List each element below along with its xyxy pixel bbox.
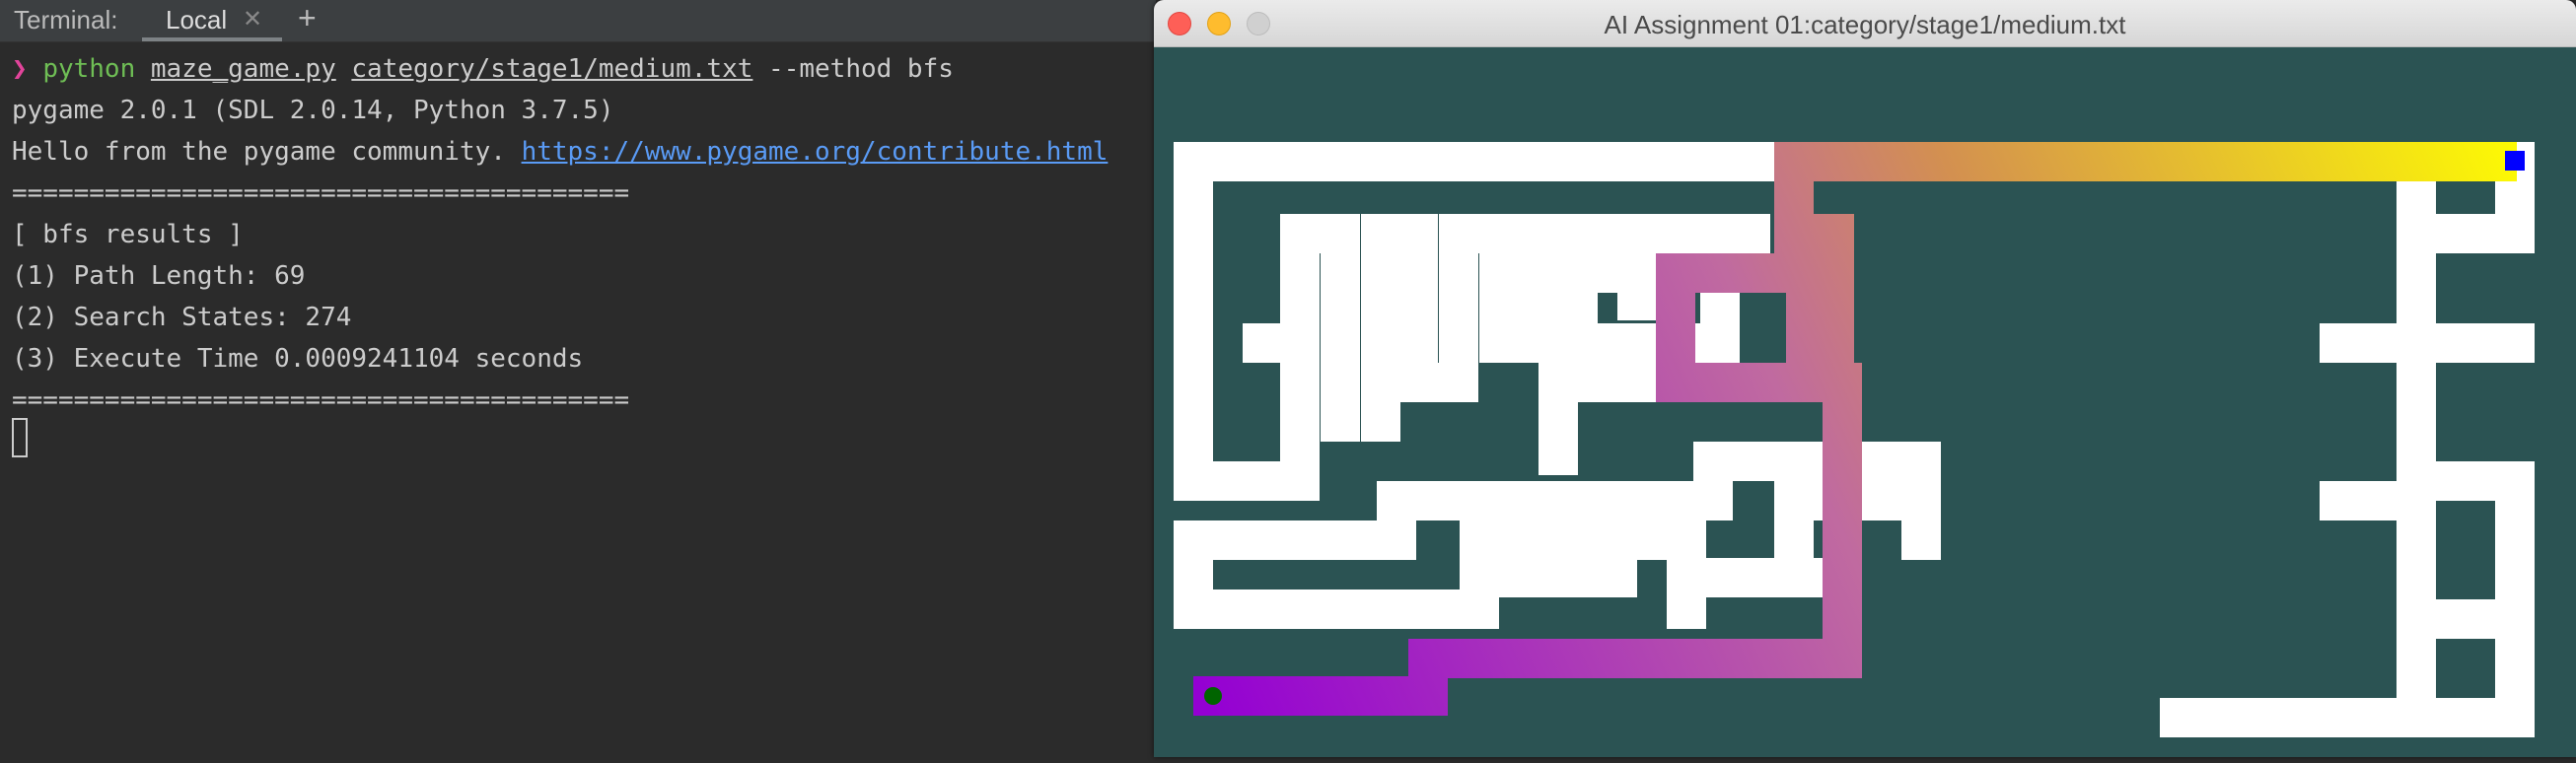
tab-local[interactable]: Local ✕ — [142, 0, 282, 41]
separator-top: ======================================== — [12, 178, 630, 208]
close-icon[interactable]: ✕ — [243, 5, 262, 34]
goal-marker — [2505, 151, 2525, 171]
separator-bottom: ======================================== — [12, 385, 630, 415]
hello-text: Hello from the pygame community. — [12, 137, 506, 167]
maze-wall — [2495, 639, 2535, 737]
maze-wall — [1460, 558, 1637, 597]
terminal-header: Terminal: Local ✕ + — [0, 0, 1156, 42]
window-titlebar[interactable]: AI Assignment 01:category/stage1/medium.… — [1154, 0, 2576, 47]
maze-wall — [1243, 323, 1320, 363]
active-tab-indicator — [142, 37, 282, 41]
start-marker — [1204, 687, 1222, 705]
maze-graphic — [1174, 142, 2535, 737]
maze-wall — [1174, 461, 1320, 501]
maze-wall — [1667, 558, 1834, 597]
results-header: [ bfs results ] — [12, 220, 244, 249]
game-window: AI Assignment 01:category/stage1/medium.… — [1154, 0, 2576, 757]
hello-line: Hello from the pygame community. https:/… — [12, 131, 1108, 173]
command-script[interactable]: maze_game.py — [151, 54, 336, 84]
terminal-label: Terminal: — [14, 5, 118, 35]
command-options: --method bfs — [768, 54, 954, 84]
maze-wall — [1558, 481, 1598, 560]
maze-wall — [1321, 214, 1360, 442]
maze-wall — [1174, 590, 1467, 629]
maze-wall — [2320, 323, 2436, 363]
tab-local-label: Local — [166, 5, 228, 35]
search-states-line: (2) Search States: 274 — [12, 303, 352, 332]
terminal-cursor — [12, 418, 28, 457]
command-line: ❯ python maze_game.py category/stage1/me… — [12, 48, 954, 90]
maze-wall — [2160, 698, 2535, 737]
command-maze-file[interactable]: category/stage1/medium.txt — [351, 54, 752, 84]
maze-wall — [2397, 214, 2535, 253]
maze-wall — [1901, 442, 1941, 560]
contribute-link[interactable]: https://www.pygame.org/contribute.html — [522, 137, 1109, 167]
maze-wall — [2397, 142, 2436, 501]
execute-time-line: (3) Execute Time 0.0009241104 seconds — [12, 344, 584, 374]
command-program: python — [42, 54, 136, 84]
maze-wall — [2320, 481, 2436, 520]
plus-icon[interactable]: + — [298, 0, 317, 36]
maze-canvas — [1154, 47, 2576, 757]
pygame-version-line: pygame 2.0.1 (SDL 2.0.14, Python 3.7.5) — [12, 96, 614, 125]
path-length-line: (1) Path Length: 69 — [12, 261, 306, 291]
maze-wall — [1377, 481, 1733, 520]
prompt-icon: ❯ — [12, 54, 28, 84]
maze-wall — [1174, 142, 1213, 501]
window-title: AI Assignment 01:category/stage1/medium.… — [1604, 10, 2126, 39]
terminal-output[interactable]: ❯ python maze_game.py category/stage1/me… — [0, 42, 1156, 763]
maze-wall — [2416, 599, 2505, 639]
